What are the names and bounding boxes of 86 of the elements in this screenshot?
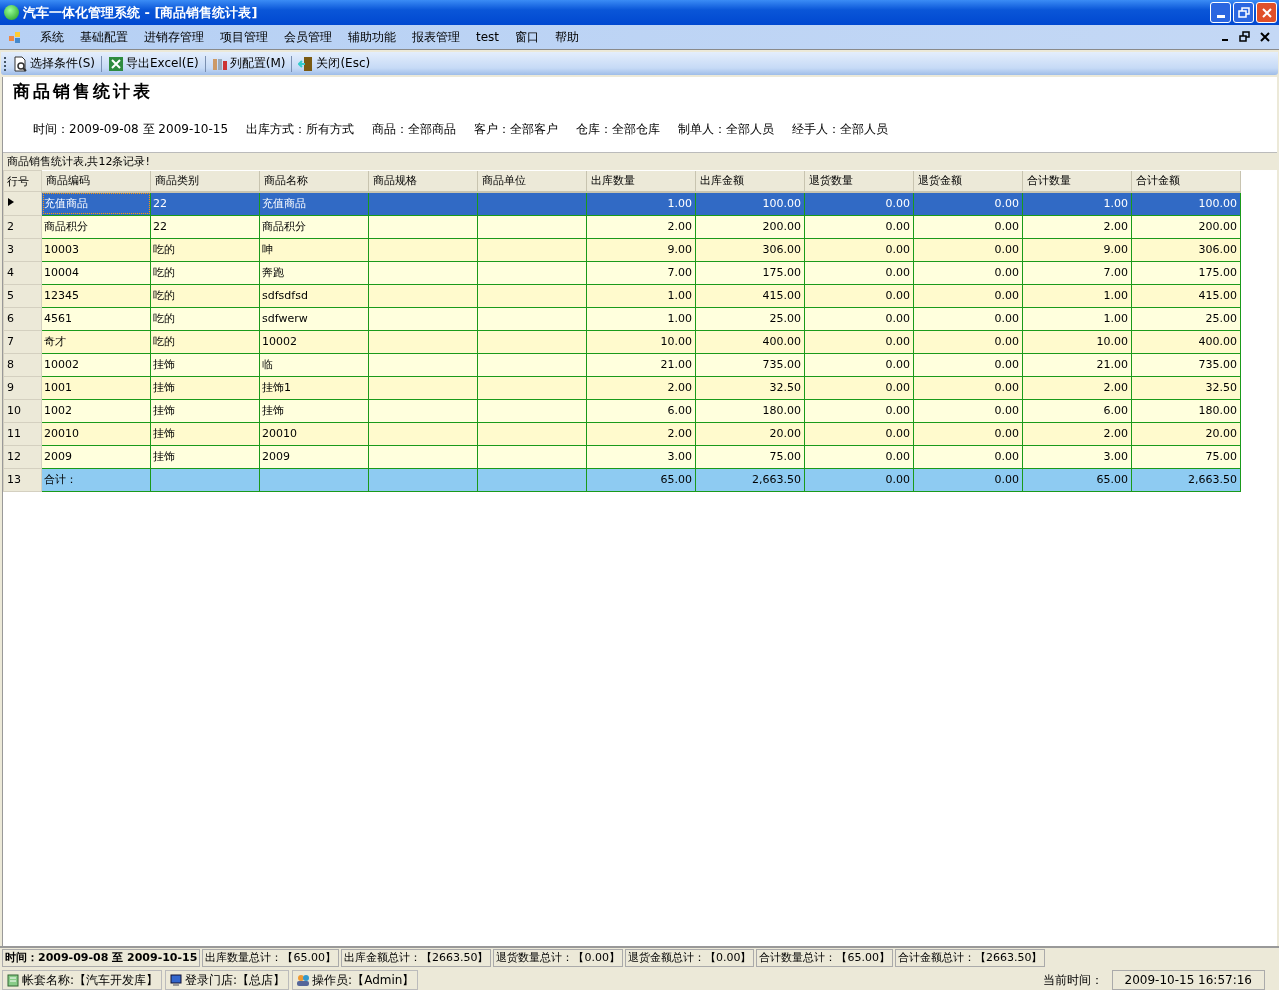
restore-button[interactable]	[1233, 2, 1254, 23]
restore-icon[interactable]	[1239, 31, 1251, 43]
row-header[interactable]: 2	[3, 215, 42, 238]
row-header[interactable]: 12	[3, 445, 42, 468]
table-cell: 0.00	[913, 191, 1023, 215]
row-header[interactable]: 10	[3, 399, 42, 422]
summary-panel: 出库数量总计：【65.00】	[202, 949, 339, 967]
app-icon	[4, 5, 19, 20]
table-cell: 1.00	[1022, 191, 1132, 215]
summary-panel: 出库金额总计：【2663.50】	[340, 949, 492, 967]
summary-panel: 退货数量总计：【0.00】	[493, 949, 623, 967]
column-header[interactable]: 合计数量	[1022, 170, 1132, 192]
search-icon	[12, 55, 28, 72]
computer-icon	[169, 973, 184, 987]
minimize-icon	[1216, 15, 1225, 18]
toolbar-button[interactable]: 列配置(M)	[209, 54, 288, 73]
door-icon	[298, 55, 315, 72]
row-header[interactable]: 3	[3, 238, 42, 261]
summary-panel: 合计金额总计：【2663.50】	[894, 949, 1046, 967]
column-header[interactable]: 出库数量	[586, 170, 696, 192]
filter-text: 制单人：全部人员	[678, 121, 775, 138]
users-icon	[296, 973, 311, 987]
filter-text: 时间：2009-09-08 至 2009-10-15	[33, 121, 229, 138]
menu-item[interactable]: 辅助功能	[340, 28, 404, 46]
column-header[interactable]: 商品名称	[259, 170, 369, 192]
row-header[interactable]: 6	[3, 307, 42, 330]
close-icon	[1260, 6, 1273, 19]
column-header[interactable]: 商品规格	[368, 170, 478, 192]
table-cell: 1.00	[586, 191, 696, 215]
menu-item[interactable]: 会员管理	[276, 28, 340, 46]
row-header[interactable]: 13	[3, 468, 42, 491]
grid-caption: 商品销售统计表,共12条记录!	[3, 152, 1277, 170]
row-header[interactable]: 5	[3, 284, 42, 307]
summary-panel: 退货金额总计：【0.00】	[624, 949, 755, 967]
toolbar-button[interactable]: 导出Excel(E)	[106, 54, 201, 73]
table-cell: 0.00	[804, 191, 914, 215]
menu-item[interactable]: 系统	[32, 28, 72, 46]
filter-text: 出库方式：所有方式	[246, 121, 355, 138]
status-panel: 登录门店:【总店】	[165, 970, 290, 990]
toolbar-button[interactable]: 选择条件(S)	[10, 54, 97, 73]
book-icon	[6, 973, 20, 987]
close-button[interactable]	[1256, 2, 1277, 23]
row-header[interactable]: 8	[3, 353, 42, 376]
filter-text: 客户：全部客户	[474, 121, 559, 138]
row-header[interactable]: 11	[3, 422, 42, 445]
summary-panel: 时间：2009-09-08 至 2009-10-15	[2, 949, 201, 967]
row-pointer-icon	[7, 196, 15, 207]
window-title: 汽车一体化管理系统 - [商品销售统计表]	[23, 3, 258, 22]
menu-item[interactable]: 进销存管理	[136, 28, 212, 46]
row-header[interactable]	[3, 191, 42, 215]
menu-item[interactable]: 帮助	[547, 28, 588, 46]
row-header[interactable]: 9	[3, 376, 42, 399]
status-panel: 帐套名称:【汽车开发库】	[2, 970, 163, 990]
menu-item[interactable]: 项目管理	[212, 28, 276, 46]
column-header[interactable]: 商品类别	[150, 170, 260, 192]
toolbar-button[interactable]: 关闭(Esc)	[296, 54, 373, 73]
row-header[interactable]: 7	[3, 330, 42, 353]
status-panel: 操作员:【Admin】	[292, 970, 419, 990]
table-cell: 充值商品	[41, 191, 151, 215]
report-title: 商品销售统计表	[12, 80, 154, 103]
close-icon[interactable]	[1259, 31, 1271, 43]
filter-text: 商品：全部商品	[372, 121, 457, 138]
row-header[interactable]: 4	[3, 261, 42, 284]
summary-panel: 合计数量总计：【65.00】	[756, 949, 893, 967]
table-cell: 100.00	[695, 191, 805, 215]
column-header[interactable]: 商品编码	[41, 170, 151, 192]
column-header[interactable]: 商品单位	[477, 170, 587, 192]
column-header[interactable]: 行号	[3, 170, 42, 192]
menu-item[interactable]: 报表管理	[404, 28, 468, 46]
table-cell: 充值商品	[259, 191, 369, 215]
filter-text: 经手人：全部人员	[792, 121, 889, 138]
time-label: 当前时间：	[1042, 971, 1103, 989]
column-header[interactable]: 合计金额	[1131, 170, 1241, 192]
menu-item[interactable]: 窗口	[507, 28, 548, 46]
column-header[interactable]: 退货金额	[913, 170, 1023, 192]
menu-item[interactable]: test	[468, 30, 508, 44]
column-header[interactable]: 退货数量	[804, 170, 914, 192]
table-cell: 22	[150, 191, 260, 215]
spreadsheet-icon	[108, 55, 124, 72]
filter-text: 仓库：全部仓库	[576, 121, 661, 138]
menu-item[interactable]: 基础配置	[72, 28, 136, 46]
table-cell: 100.00	[1131, 191, 1241, 215]
column-header[interactable]: 出库金额	[695, 170, 805, 192]
restore-icon	[1237, 6, 1250, 19]
minimize-button[interactable]	[1210, 2, 1231, 23]
time-panel: 2009-10-15 16:57:16	[1111, 970, 1265, 990]
